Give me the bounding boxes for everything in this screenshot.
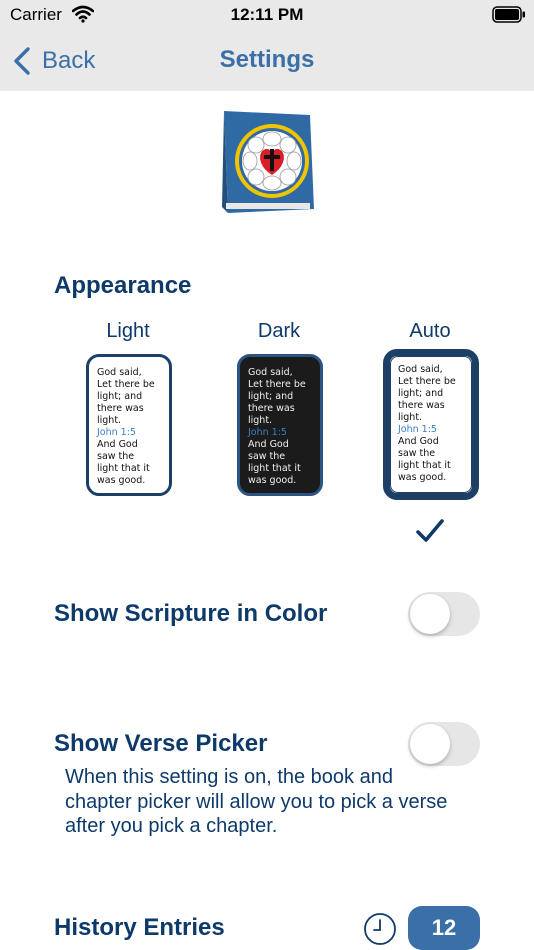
- verse-picker-description: When this setting is on, the book and ch…: [65, 766, 448, 837]
- preview-text-line: saw the: [248, 451, 286, 462]
- history-entries-label: History Entries: [54, 914, 225, 941]
- toggle-knob: [410, 724, 450, 764]
- preview-reference: John 1:5: [248, 427, 287, 438]
- preview-text-line: light; and: [248, 391, 294, 402]
- verse-picker-label: Show Verse Picker: [54, 730, 268, 757]
- app-logo-icon: [222, 111, 314, 213]
- theme-label-auto: Auto: [409, 320, 451, 342]
- preview-text-line: light.: [248, 415, 273, 426]
- history-entries-value[interactable]: 12: [408, 906, 480, 950]
- preview-text-line: Let there be: [398, 376, 456, 387]
- navigation-bar: Back Settings: [0, 32, 534, 91]
- battery-icon: [492, 6, 525, 23]
- theme-label-dark: Dark: [257, 320, 301, 342]
- preview-reference: John 1:5: [97, 427, 136, 438]
- appearance-heading: Appearance: [54, 272, 192, 299]
- preview-text-line: God said,: [398, 364, 443, 375]
- theme-preview-auto: God said, Let there be light; and there …: [390, 356, 472, 493]
- theme-preview-light[interactable]: God said, Let there be light; and there …: [86, 354, 172, 496]
- preview-text-line: light that it: [398, 460, 451, 471]
- verse-picker-toggle[interactable]: [408, 722, 480, 766]
- preview-text-line: light; and: [97, 391, 143, 402]
- theme-preview-auto-selected[interactable]: God said, Let there be light; and there …: [383, 349, 479, 500]
- preview-text-line: there was: [248, 403, 295, 414]
- preview-text-line: was good.: [97, 475, 146, 486]
- preview-text-line: light that it: [97, 463, 150, 474]
- preview-text-line: And God: [248, 439, 289, 450]
- preview-text-line: there was: [97, 403, 144, 414]
- preview-text-line: And God: [398, 436, 439, 447]
- preview-text-line: Let there be: [97, 379, 155, 390]
- preview-text-line: saw the: [398, 448, 436, 459]
- preview-text-line: light.: [97, 415, 122, 426]
- preview-text-line: was good.: [398, 472, 447, 483]
- theme-label-light: Light: [106, 320, 150, 342]
- preview-text-line: God said,: [248, 367, 293, 378]
- status-bar: Carrier 12:11 PM: [0, 0, 534, 32]
- scripture-color-label: Show Scripture in Color: [54, 600, 328, 627]
- preview-text-line: there was: [398, 400, 445, 411]
- preview-text-line: And God: [97, 439, 138, 450]
- preview-reference: John 1:5: [398, 424, 437, 435]
- status-time: 12:11 PM: [230, 5, 304, 24]
- toggle-knob: [410, 594, 450, 634]
- preview-text-line: light; and: [398, 388, 444, 399]
- preview-text-line: God said,: [97, 367, 142, 378]
- preview-text-line: was good.: [248, 475, 297, 486]
- clock-icon[interactable]: [363, 912, 397, 946]
- checkmark-icon: [416, 519, 444, 542]
- scripture-color-toggle[interactable]: [408, 592, 480, 636]
- preview-text-line: saw the: [97, 451, 135, 462]
- theme-preview-dark[interactable]: God said, Let there be light; and there …: [237, 354, 323, 496]
- preview-text-line: Let there be: [248, 379, 306, 390]
- preview-text-line: light.: [398, 412, 423, 423]
- preview-text-line: light that it: [248, 463, 301, 474]
- page-title: Settings: [219, 46, 315, 73]
